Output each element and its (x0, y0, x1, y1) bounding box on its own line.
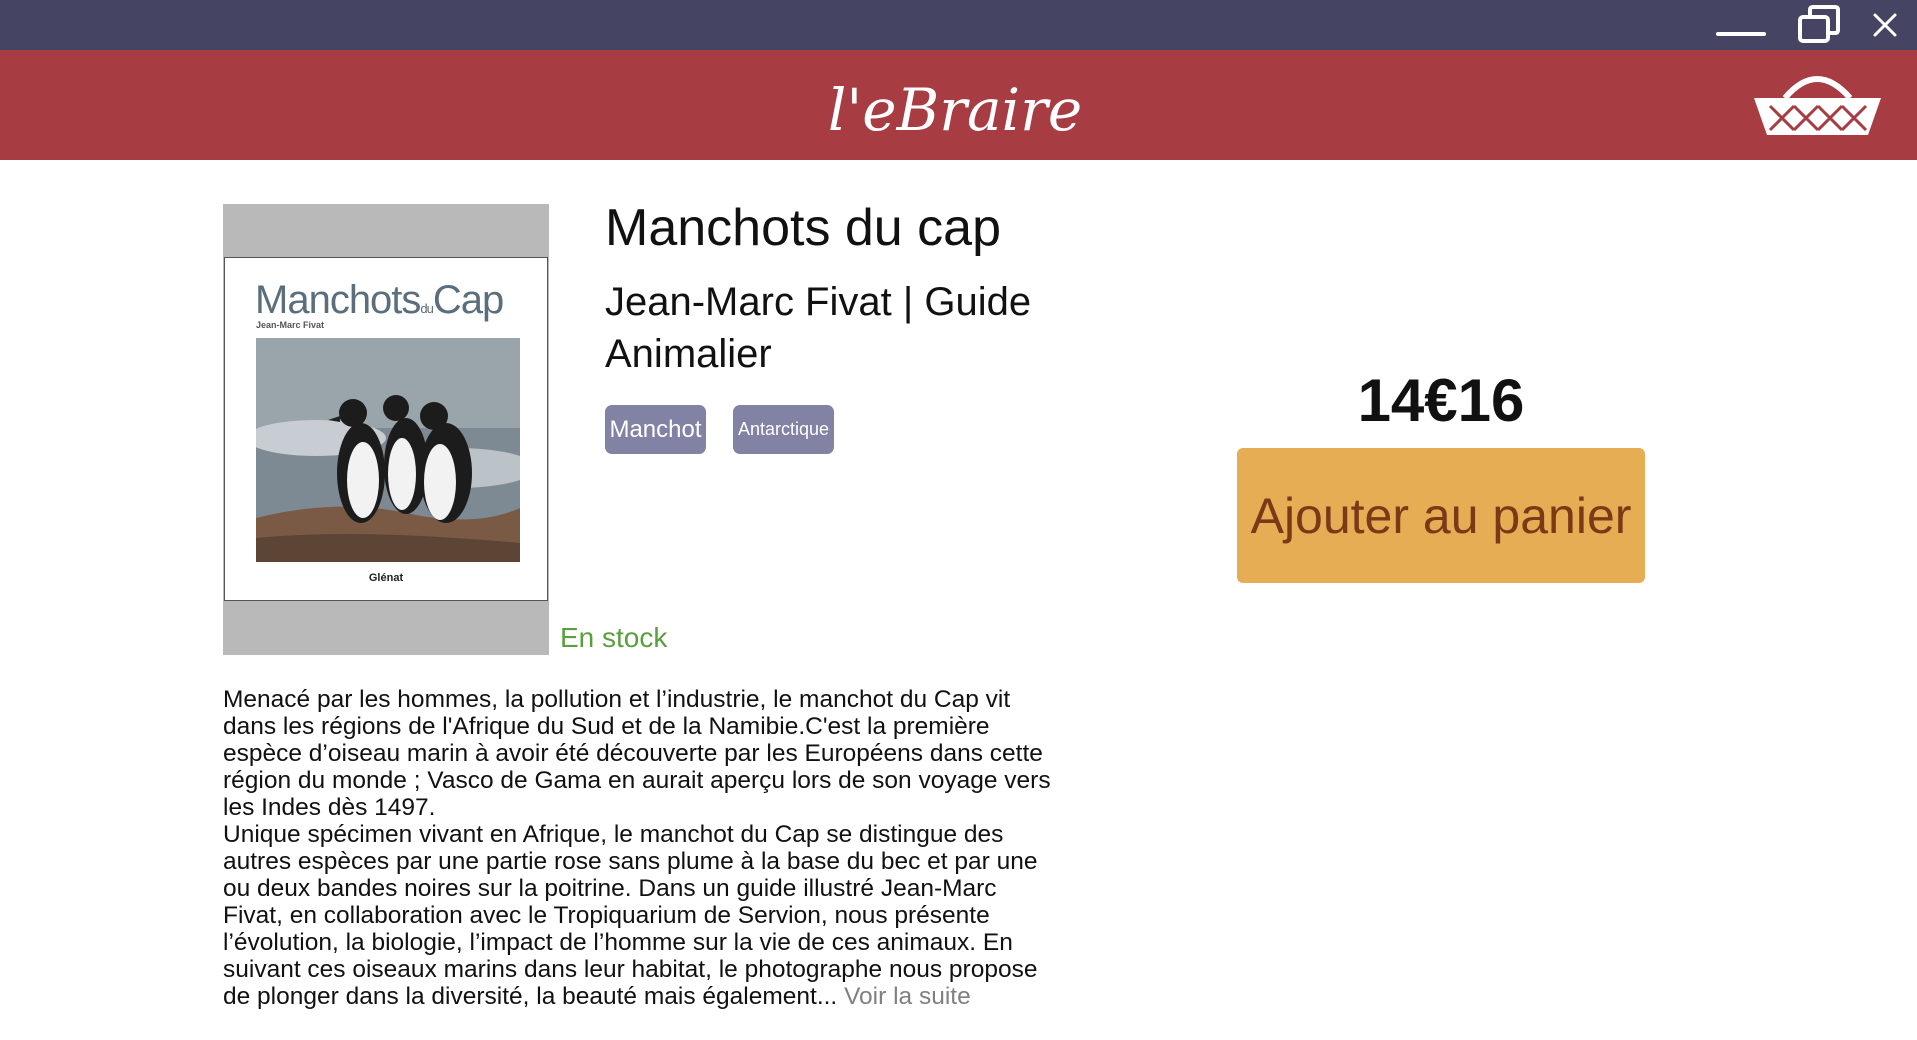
book-cover[interactable]: ManchotsduCap Jean-Marc Fivat Glénat (224, 257, 548, 601)
cover-penguins-photo (256, 338, 520, 562)
cover-frame: ManchotsduCap Jean-Marc Fivat Glénat (223, 204, 549, 655)
minimize-icon (1716, 32, 1766, 36)
price: 14€16 (1357, 367, 1525, 434)
logo-wordmark: l'eBraire (828, 76, 1082, 144)
book-title: Manchots du cap (605, 199, 1002, 257)
book-subtitle: Jean-Marc Fivat | Guide Animalier (605, 280, 1032, 376)
minimize-button[interactable] (1711, 0, 1771, 50)
restore-button[interactable] (1789, 0, 1849, 50)
add-to-cart-button[interactable]: Ajouter au panier (1237, 448, 1645, 583)
close-icon (1873, 13, 1897, 37)
svg-text:l'eBraire: l'eBraire (828, 76, 1082, 144)
logo[interactable]: l'eBraire (805, 70, 1110, 150)
tag-antarctique[interactable]: Antarctique (733, 405, 834, 454)
cover-title: ManchotsduCap (255, 278, 504, 322)
cover-author: Jean-Marc Fivat (256, 320, 325, 330)
description-text: Unique spécimen vivant en Afrique, le ma… (223, 821, 1038, 1010)
read-more-link[interactable]: Voir la suite (844, 983, 971, 1010)
tag-manchot[interactable]: Manchot (605, 405, 706, 454)
book-description: Menacé par les hommes, la pollution et l… (223, 686, 1063, 1010)
window-titlebar (0, 0, 1917, 50)
description-paragraph-2: Unique spécimen vivant en Afrique, le ma… (223, 821, 1063, 1010)
description-paragraph-1: Menacé par les hommes, la pollution et l… (223, 686, 1051, 821)
restore-icon (1798, 5, 1840, 43)
app-header: l'eBraire (0, 50, 1917, 160)
stock-status: En stock (560, 622, 668, 653)
close-button[interactable] (1855, 0, 1915, 50)
basket-icon (1754, 76, 1881, 135)
cart-button[interactable] (1750, 70, 1885, 140)
cover-publisher: Glénat (368, 572, 404, 584)
